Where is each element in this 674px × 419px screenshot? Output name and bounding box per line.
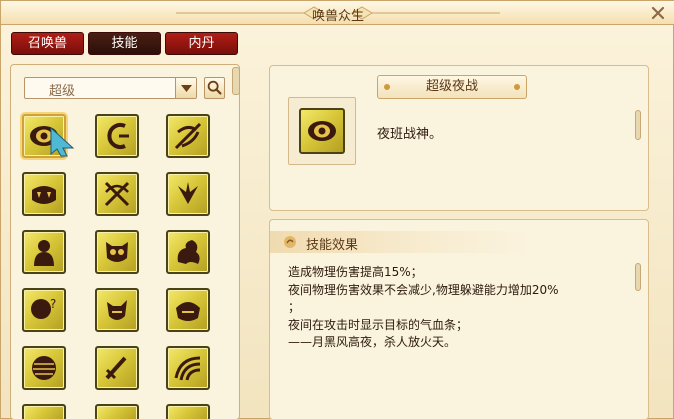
effect-line: ——月黑风高夜，杀人放火天。: [288, 335, 457, 349]
skill-effect-card: 技能效果 造成物理伤害提高15%； 夜间物理伤害效果不会减少,物理躲避能力增加2…: [269, 219, 649, 419]
tab-skills[interactable]: 技能: [88, 32, 161, 55]
beast-head-icon: [107, 300, 127, 320]
description-scrollbar[interactable]: [635, 110, 641, 140]
pointer-cursor-icon: [50, 126, 75, 157]
title-bar[interactable]: 唤兽众生: [1, 1, 674, 25]
effect-section-title: 技能效果: [306, 238, 359, 253]
eagle-icon: [178, 182, 198, 204]
dragon-icon: [177, 240, 200, 264]
skill-name: 超级夜战: [425, 79, 478, 94]
waves-icon: [174, 356, 201, 381]
fanged-mouth-icon: [32, 186, 56, 204]
skill-slot-2[interactable]: [95, 114, 139, 158]
skill-list-panel: 超级 ?: [10, 64, 240, 419]
skill-slot-18[interactable]: [166, 404, 210, 419]
skill-slot-12[interactable]: [166, 288, 210, 332]
skill-filter-dropdown[interactable]: 超级: [24, 77, 197, 99]
question-head-icon: ?: [31, 297, 56, 319]
effect-line: ；: [288, 300, 301, 314]
skill-slot-9[interactable]: [166, 230, 210, 274]
scroll-thumb[interactable]: [232, 67, 240, 95]
search-icon: [207, 80, 222, 95]
skill-slot-10[interactable]: ?: [22, 288, 66, 332]
effect-scrollbar[interactable]: [635, 263, 641, 291]
skill-slot-8[interactable]: [95, 230, 139, 274]
skill-slot-4[interactable]: [22, 172, 66, 216]
skill-slot-3[interactable]: [166, 114, 210, 158]
chevron-down-icon: [181, 85, 192, 92]
skill-description: 夜班战神。: [377, 127, 443, 142]
skill-slot-6[interactable]: [166, 172, 210, 216]
window-title: 唤兽众生: [311, 9, 364, 24]
name-plate-dot-left: [384, 84, 390, 90]
effect-section-header: 技能效果: [270, 231, 530, 253]
skill-slot-5[interactable]: [95, 172, 139, 216]
summon-window: 唤兽众生 召唤兽 技能 内丹 超级 ? 超级夜战 夜班战神。 技能效果 造成物理…: [0, 0, 674, 419]
selected-skill-icon: [299, 108, 345, 154]
skill-slot-11[interactable]: [95, 288, 139, 332]
effect-line: 造成物理伤害提高15%；: [288, 265, 423, 279]
hooded-figure-icon: [34, 240, 54, 266]
bow-slash-icon: [174, 122, 202, 150]
tab-inner-pill[interactable]: 内丹: [165, 32, 238, 55]
close-icon[interactable]: [649, 4, 667, 22]
serpent-head-icon: [176, 302, 200, 321]
skill-slot-16[interactable]: [22, 404, 66, 419]
eye-icon: [308, 121, 336, 141]
effect-line: 夜间物理伤害效果不会减少,物理躲避能力增加20%: [288, 282, 559, 297]
search-button[interactable]: [204, 77, 225, 99]
svg-text:?: ?: [50, 297, 56, 311]
sickle-icon: [107, 123, 129, 149]
skill-slot-14[interactable]: [95, 346, 139, 390]
dropdown-arrow[interactable]: [175, 78, 196, 98]
striped-orb-icon: [32, 356, 56, 380]
skill-name-plate: 超级夜战: [377, 75, 527, 99]
cloud-swirl-icon: [284, 236, 296, 248]
sword-icon: [105, 356, 127, 380]
skill-icon-frame: [288, 97, 356, 165]
name-plate-dot-right: [514, 84, 520, 90]
owl-mask-icon: [106, 242, 128, 262]
skill-slot-17[interactable]: [95, 404, 139, 419]
skill-header-card: 超级夜战 夜班战神。: [269, 65, 649, 211]
skill-list-scrollbar[interactable]: [232, 67, 240, 417]
skill-slot-13[interactable]: [22, 346, 66, 390]
dropdown-value: 超级: [49, 84, 76, 99]
crossed-bows-icon: [104, 181, 130, 207]
effect-text: 造成物理伤害提高15%； 夜间物理伤害效果不会减少,物理躲避能力增加20% ； …: [288, 264, 628, 352]
skill-slot-15[interactable]: [166, 346, 210, 390]
skill-slot-7[interactable]: [22, 230, 66, 274]
tab-summon-beast[interactable]: 召唤兽: [11, 32, 84, 55]
effect-line: 夜间在攻击时显示目标的气血条；: [288, 317, 469, 332]
